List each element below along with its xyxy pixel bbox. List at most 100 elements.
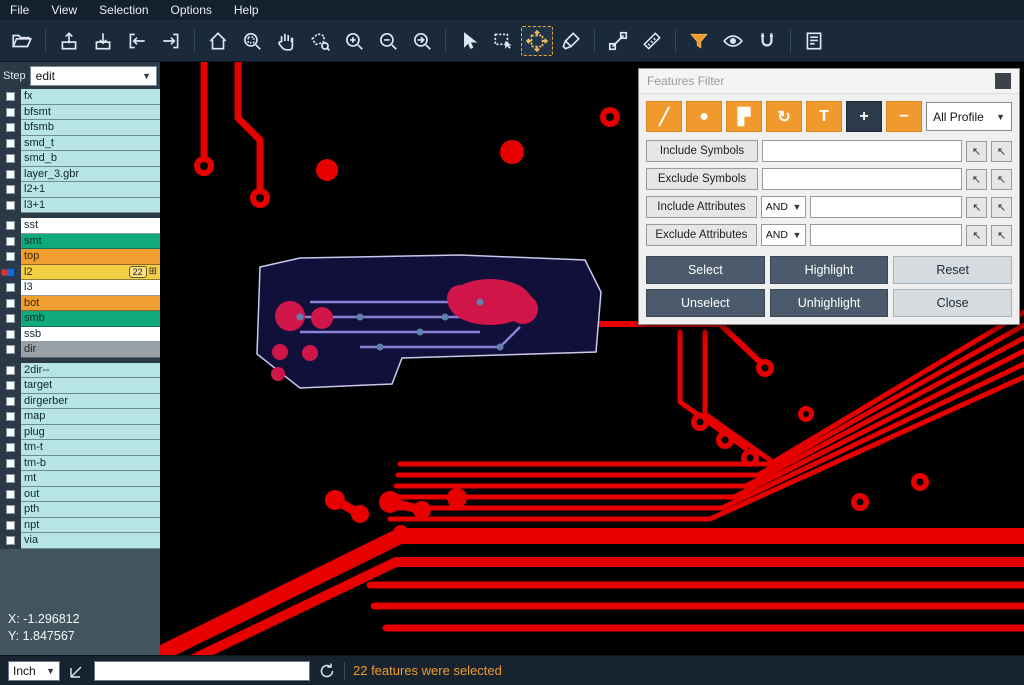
layer-name-cell[interactable]: ssb xyxy=(21,327,160,343)
layer-row-layer_3.gbr[interactable]: layer_3.gbr xyxy=(0,167,160,183)
layer-name-cell[interactable]: dir xyxy=(21,342,160,358)
pick-symbol-icon[interactable]: ↖ xyxy=(966,141,987,162)
layer-row-mt[interactable]: mt xyxy=(0,471,160,487)
layer-row-tm-t[interactable]: tm-t xyxy=(0,440,160,456)
layer-visibility-checkbox[interactable] xyxy=(0,136,21,152)
menu-help[interactable]: Help xyxy=(234,3,259,17)
layer-name-cell[interactable]: via xyxy=(21,533,160,549)
layer-visibility-checkbox[interactable] xyxy=(0,89,21,105)
layer-visibility-checkbox[interactable] xyxy=(0,471,21,487)
layer-row-out[interactable]: out xyxy=(0,487,160,503)
pick-symbol-add-icon[interactable]: ↖ xyxy=(991,141,1012,162)
layer-name-cell[interactable]: l3+1 xyxy=(21,198,160,214)
layer-visibility-checkbox[interactable] xyxy=(0,265,21,281)
layer-visibility-checkbox[interactable] xyxy=(0,105,21,121)
zoom-reset-icon[interactable] xyxy=(406,26,438,56)
layer-row-npt[interactable]: npt xyxy=(0,518,160,534)
layer-row-smd_b[interactable]: smd_b xyxy=(0,151,160,167)
pick-attribute-add-icon[interactable]: ↖ xyxy=(991,225,1012,246)
remove-mode-button[interactable]: − xyxy=(886,101,922,132)
unhighlight-button[interactable]: Unhighlight xyxy=(770,289,889,317)
layer-row-map[interactable]: map xyxy=(0,409,160,425)
layer-name-cell[interactable]: 2dir-- xyxy=(21,363,160,379)
layer-name-cell[interactable]: bfsmt xyxy=(21,105,160,121)
pick-attribute-icon[interactable]: ↖ xyxy=(966,197,987,218)
menu-selection[interactable]: Selection xyxy=(99,3,148,17)
measure-angle-icon[interactable] xyxy=(68,662,86,680)
layer-visibility-checkbox[interactable] xyxy=(0,198,21,214)
layer-visibility-checkbox[interactable] xyxy=(0,120,21,136)
include-attributes-button[interactable]: Include Attributes xyxy=(646,196,757,218)
layer-name-cell[interactable]: smd_t xyxy=(21,136,160,152)
dialog-close-icon[interactable] xyxy=(995,73,1011,89)
exclude-symbols-button[interactable]: Exclude Symbols xyxy=(646,168,758,190)
layer-name-cell[interactable]: dirgerber xyxy=(21,394,160,410)
layer-name-cell[interactable]: tm-b xyxy=(21,456,160,472)
pick-symbol-icon[interactable]: ↖ xyxy=(966,169,987,190)
layer-row-target[interactable]: target xyxy=(0,378,160,394)
layer-row-bot[interactable]: bot xyxy=(0,296,160,312)
layer-name-cell[interactable]: l2+1 xyxy=(21,182,160,198)
layer-row-l3[interactable]: l3 xyxy=(0,280,160,296)
layer-row-l2[interactable]: l222⊞ xyxy=(0,265,160,281)
layer-row-fx[interactable]: fx xyxy=(0,89,160,105)
layer-name-cell[interactable]: mt xyxy=(21,471,160,487)
layer-visibility-checkbox[interactable] xyxy=(0,487,21,503)
zoom-out-icon[interactable] xyxy=(372,26,404,56)
layer-row-2dir--[interactable]: 2dir-- xyxy=(0,363,160,379)
layer-visibility-checkbox[interactable] xyxy=(0,218,21,234)
exclude-attributes-button[interactable]: Exclude Attributes xyxy=(646,224,757,246)
layer-name-cell[interactable]: l222⊞ xyxy=(21,265,160,281)
layer-visibility-checkbox[interactable] xyxy=(0,249,21,265)
unit-select[interactable]: Inch▼ xyxy=(8,661,60,681)
filter-funnel-icon[interactable] xyxy=(683,26,715,56)
layer-row-smt[interactable]: smt xyxy=(0,234,160,250)
layer-row-dir[interactable]: dir xyxy=(0,342,160,358)
layer-visibility-checkbox[interactable] xyxy=(0,234,21,250)
include-attributes-input[interactable] xyxy=(810,196,962,218)
layer-name-cell[interactable]: smd_b xyxy=(21,151,160,167)
profile-select[interactable]: All Profile▼ xyxy=(926,102,1012,131)
layer-row-tm-b[interactable]: tm-b xyxy=(0,456,160,472)
include-attributes-operator-select[interactable]: AND▼ xyxy=(761,196,807,218)
layer-name-cell[interactable]: target xyxy=(21,378,160,394)
line-feature-button[interactable]: ╱ xyxy=(646,101,682,132)
layer-row-smb[interactable]: smb xyxy=(0,311,160,327)
pad-circle-feature-button[interactable]: ● xyxy=(686,101,722,132)
layer-visibility-checkbox[interactable] xyxy=(0,342,21,358)
exclude-symbols-input[interactable] xyxy=(762,168,962,190)
highlight-button[interactable]: Highlight xyxy=(770,256,889,284)
layer-row-sst[interactable]: sst xyxy=(0,218,160,234)
layer-row-l2+1[interactable]: l2+1 xyxy=(0,182,160,198)
layer-visibility-checkbox[interactable] xyxy=(0,502,21,518)
zoom-in-icon[interactable] xyxy=(338,26,370,56)
layer-row-top[interactable]: top xyxy=(0,249,160,265)
layer-name-cell[interactable]: npt xyxy=(21,518,160,534)
layer-name-cell[interactable]: plug xyxy=(21,425,160,441)
reset-button[interactable]: Reset xyxy=(893,256,1012,284)
line-nodes-icon[interactable] xyxy=(602,26,634,56)
layer-visibility-checkbox[interactable] xyxy=(0,363,21,379)
surface-feature-button[interactable]: ▛ xyxy=(726,101,762,132)
pick-attribute-add-icon[interactable]: ↖ xyxy=(991,197,1012,218)
magnet-icon[interactable] xyxy=(751,26,783,56)
pick-attribute-icon[interactable]: ↖ xyxy=(966,225,987,246)
layer-name-cell[interactable]: tm-t xyxy=(21,440,160,456)
lasso-zoom-icon[interactable] xyxy=(304,26,336,56)
export-up-icon[interactable] xyxy=(53,26,85,56)
menu-view[interactable]: View xyxy=(51,3,77,17)
eye-icon[interactable] xyxy=(717,26,749,56)
layer-name-cell[interactable]: sst xyxy=(21,218,160,234)
step-select[interactable]: edit▼ xyxy=(30,66,157,86)
exclude-attributes-operator-select[interactable]: AND▼ xyxy=(761,224,807,246)
layer-name-cell[interactable]: pth xyxy=(21,502,160,518)
layer-name-cell[interactable]: smb xyxy=(21,311,160,327)
select-rect-icon[interactable] xyxy=(487,26,519,56)
layer-name-cell[interactable]: smt xyxy=(21,234,160,250)
layer-visibility-checkbox[interactable] xyxy=(0,456,21,472)
menu-options[interactable]: Options xyxy=(171,3,212,17)
layer-visibility-checkbox[interactable] xyxy=(0,378,21,394)
menu-file[interactable]: File xyxy=(10,3,29,17)
measure-ruler-icon[interactable] xyxy=(636,26,668,56)
layer-row-pth[interactable]: pth xyxy=(0,502,160,518)
